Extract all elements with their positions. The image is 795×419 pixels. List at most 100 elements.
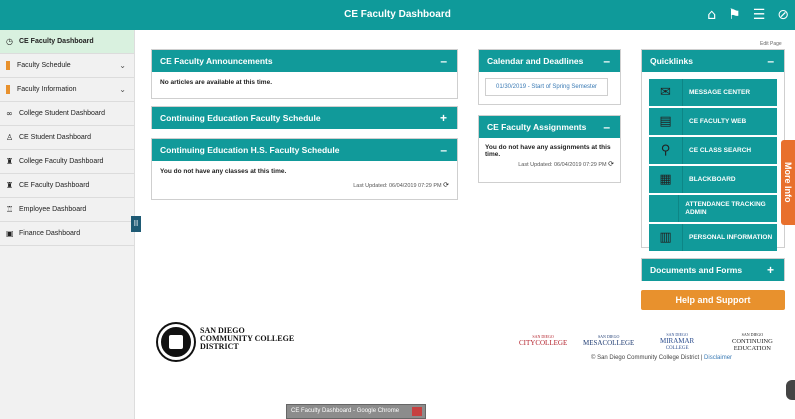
assignments-panel: CE Faculty Assignments – You do not have… (478, 115, 621, 183)
hs-schedule-body: You do not have any classes at this time… (152, 161, 457, 196)
refresh-icon[interactable]: ⟳ (608, 160, 614, 168)
college-name: CONTINUING (732, 338, 773, 345)
documents-header[interactable]: Documents and Forms + (642, 259, 784, 281)
assignments-body: You do not have any assignments at this … (479, 138, 620, 174)
collapse-button[interactable]: – (603, 50, 610, 72)
college-sub: COLLEGE (665, 346, 689, 351)
edit-page-link[interactable]: Edit Page (760, 41, 782, 47)
finance-icon: ▣ (6, 229, 14, 238)
college-name: CITYCOLLEGE (519, 339, 568, 347)
ce-schedule-panel: Continuing Education Faculty Schedule + (151, 106, 458, 129)
more-info-tab[interactable]: More Info (781, 140, 795, 225)
chat-bubble-icon[interactable] (786, 380, 795, 400)
student-icon: ♙ (6, 133, 14, 142)
close-icon[interactable] (412, 407, 422, 416)
disclaimer-link[interactable]: Disclaimer (704, 355, 732, 361)
blackboard-icon: ▦ (649, 166, 683, 193)
employee-icon: ♖ (6, 205, 14, 214)
announcements-body: No articles are available at this time. (160, 79, 272, 86)
quicklink-attendance-tracking[interactable]: ATTENDANCE TRACKING ADMIN (649, 195, 777, 222)
id-card-icon: ▥ (649, 224, 683, 251)
district-seal-logo (158, 324, 194, 360)
collapse-button[interactable]: – (603, 116, 610, 138)
sidebar-item-label: Faculty Schedule (17, 62, 71, 69)
collapse-button[interactable]: – (767, 50, 774, 72)
quicklink-ce-faculty-web[interactable]: ▤ CE FACULTY WEB (649, 108, 777, 135)
sidebar-item-label: Employee Dashboard (19, 206, 87, 213)
sidebar-item-label: CE Faculty Dashboard (19, 182, 90, 189)
sidebar-item-label: Finance Dashboard (19, 230, 81, 237)
sidebar-item-label: Faculty Information (17, 86, 77, 93)
quicklink-blackboard[interactable]: ▦ BLACKBOARD (649, 166, 777, 193)
web-icon: ▤ (649, 108, 683, 135)
menu-icon[interactable]: ☰ (753, 8, 766, 22)
panel-title: Calendar and Deadlines (487, 56, 584, 66)
announcements-panel: CE Faculty Announcements – No articles a… (151, 49, 458, 99)
chevron-down-icon: ⌄ (119, 61, 126, 70)
quicklinks-panel: Quicklinks – ✉ MESSAGE CENTER ▤ CE FACUL… (641, 49, 785, 251)
documents-panel: Documents and Forms + (641, 258, 785, 281)
quicklink-ce-class-search[interactable]: ⚲ CE CLASS SEARCH (649, 137, 777, 164)
top-bar: CE Faculty Dashboard ⌂ ⚑ ☰ ⊘ (0, 0, 795, 30)
college-name: MESACOLLEGE (583, 339, 635, 347)
quicklinks-header[interactable]: Quicklinks – (642, 50, 784, 72)
quicklink-label: CE CLASS SEARCH (689, 146, 752, 154)
panel-title: CE Faculty Announcements (160, 56, 273, 66)
sidebar-item-finance-dashboard[interactable]: ▣ Finance Dashboard (0, 222, 134, 246)
magnifier-icon: ⚲ (649, 137, 683, 164)
sidebar-item-college-faculty-dashboard[interactable]: ♜ College Faculty Dashboard (0, 150, 134, 174)
seal-center (169, 335, 183, 349)
panel-title: CE Faculty Assignments (487, 122, 587, 132)
faculty-icon: ♜ (6, 157, 14, 166)
calendar-body: 01/30/2019 - Start of Spring Semester (479, 72, 620, 102)
ce-schedule-header[interactable]: Continuing Education Faculty Schedule + (152, 107, 457, 129)
calendar-event-link[interactable]: 01/30/2019 - Start of Spring Semester (485, 78, 609, 96)
sidebar-item-label: College Student Dashboard (19, 110, 106, 117)
sidebar-item-employee-dashboard[interactable]: ♖ Employee Dashboard (0, 198, 134, 222)
home-icon[interactable]: ⌂ (707, 8, 716, 22)
sidebar-item-ce-faculty-dashboard-2[interactable]: ♜ CE Faculty Dashboard (0, 174, 134, 198)
assignments-header[interactable]: CE Faculty Assignments – (479, 116, 620, 138)
collapse-button[interactable]: – (440, 139, 447, 161)
sidebar-item-label: CE Faculty Dashboard (19, 38, 94, 45)
help-and-support-button[interactable]: Help and Support (641, 290, 785, 310)
hs-schedule-panel: Continuing Education H.S. Faculty Schedu… (151, 138, 458, 200)
sidebar-item-ce-faculty-dashboard[interactable]: ◷ CE Faculty Dashboard (0, 30, 134, 54)
sidebar: ◷ CE Faculty Dashboard Faculty Schedule … (0, 30, 135, 419)
envelope-icon: ✉ (649, 79, 683, 106)
taskbar-window-button[interactable]: CE Faculty Dashboard - Google Chrome (286, 404, 426, 419)
miramar-college-logo[interactable]: SAN DIEGO MIRAMAR COLLEGE (660, 331, 694, 352)
quicklink-message-center[interactable]: ✉ MESSAGE CENTER (649, 79, 777, 106)
announcements-header[interactable]: CE Faculty Announcements – (152, 50, 457, 72)
sidebar-item-faculty-schedule[interactable]: Faculty Schedule ⌄ (0, 54, 134, 78)
quicklink-label: ATTENDANCE TRACKING ADMIN (685, 200, 766, 216)
calendar-panel: Calendar and Deadlines – 01/30/2019 - St… (478, 49, 621, 105)
sidebar-toggle-button[interactable]: II (131, 216, 141, 232)
city-college-logo[interactable]: SAN DIEGO CITYCOLLEGE (519, 333, 567, 347)
chevron-down-icon: ⌄ (119, 85, 126, 94)
sidebar-item-faculty-information[interactable]: Faculty Information ⌄ (0, 78, 134, 102)
top-icons: ⌂ ⚑ ☰ ⊘ (707, 0, 789, 30)
sidebar-item-college-student-dashboard[interactable]: ∞ College Student Dashboard (0, 102, 134, 126)
collapse-button[interactable]: – (440, 50, 447, 72)
expand-button[interactable]: + (440, 107, 447, 129)
sidebar-item-ce-student-dashboard[interactable]: ♙ CE Student Dashboard (0, 126, 134, 150)
last-updated-text: Last Updated: 06/04/2019 07:29 PM (518, 162, 607, 168)
hs-schedule-message: You do not have any classes at this time… (160, 168, 287, 175)
continuing-education-logo[interactable]: SAN DIEGO CONTINUING EDUCATION (732, 331, 773, 352)
calendar-header[interactable]: Calendar and Deadlines – (479, 50, 620, 72)
quicklink-personal-information[interactable]: ▥ PERSONAL INFORMATION (649, 224, 777, 251)
flag-icon[interactable]: ⚑ (728, 8, 741, 22)
quicklink-label: BLACKBOARD (689, 175, 736, 183)
taskbar-label: CE Faculty Dashboard - Google Chrome (291, 408, 400, 414)
expand-button[interactable]: + (767, 259, 774, 281)
quicklink-label: MESSAGE CENTER (689, 88, 751, 96)
copyright: © San Diego Community College District |… (591, 355, 732, 361)
refresh-icon[interactable]: ⟳ (443, 181, 449, 189)
mesa-college-logo[interactable]: SAN DIEGO MESACOLLEGE (583, 333, 634, 347)
hs-schedule-header[interactable]: Continuing Education H.S. Faculty Schedu… (152, 139, 457, 161)
infinity-icon: ∞ (6, 109, 13, 118)
compass-icon[interactable]: ⊘ (777, 8, 789, 22)
bookmark-icon (6, 85, 10, 94)
college-sub: EDUCATION (733, 345, 771, 352)
